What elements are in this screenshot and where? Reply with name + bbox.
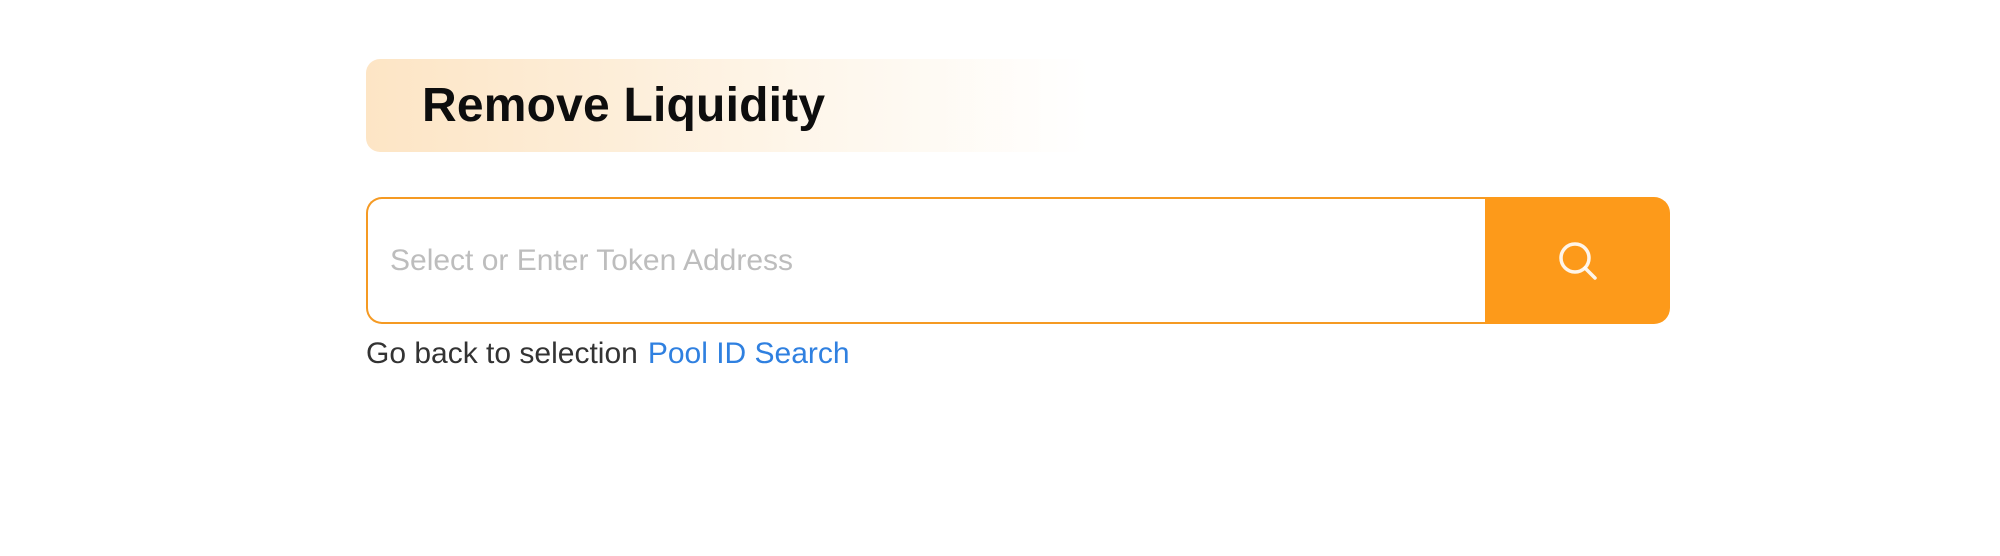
pool-id-search-link[interactable]: Pool ID Search [648,337,850,371]
page-title: Remove Liquidity [422,79,826,132]
token-address-input[interactable] [366,197,1485,324]
search-button[interactable] [1485,197,1670,324]
search-icon [1556,239,1600,283]
back-navigation: Go back to selection Pool ID Search [366,334,850,374]
token-search-bar [366,197,1670,324]
back-to-selection-text: Go back to selection [366,337,638,370]
title-banner: Remove Liquidity [366,59,1090,152]
